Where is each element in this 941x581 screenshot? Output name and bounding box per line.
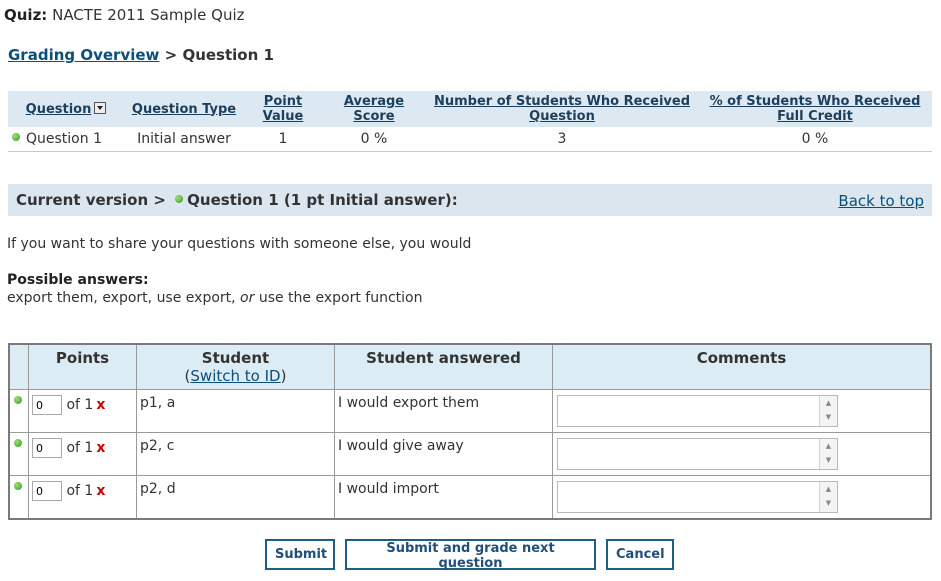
comment-textarea[interactable]: ▲ ▼ xyxy=(557,395,838,427)
table-row: of 1x p2, d I would import ▲▼ xyxy=(8,475,932,520)
sort-dropdown-icon[interactable] xyxy=(94,102,107,114)
comment-cell: ▲ ▼ xyxy=(552,432,932,476)
cancel-button[interactable]: Cancel xyxy=(606,539,674,570)
scroll-arrows-icon[interactable]: ▲ ▼ xyxy=(819,396,837,426)
question-text: If you want to share your questions with… xyxy=(7,236,472,252)
breadcrumb-current: Question 1 xyxy=(182,46,274,64)
received-cell: 3 xyxy=(426,127,698,152)
comment-textarea[interactable]: ▲ ▼ xyxy=(557,438,838,470)
header-full-credit[interactable]: % of Students Who Received Full Credit xyxy=(698,91,932,127)
grading-table: Points Student (Switch to ID) Student an… xyxy=(8,343,932,520)
header-points: Points xyxy=(28,343,137,390)
breadcrumb-separator: > xyxy=(164,46,178,64)
points-cell: of 1x xyxy=(28,389,137,433)
student-cell: p2, c xyxy=(136,432,335,476)
answer-cell: I would import xyxy=(334,475,553,520)
type-cell: Initial answer xyxy=(124,127,244,152)
points-input[interactable] xyxy=(32,481,62,501)
version-prefix: Current version > xyxy=(16,191,166,209)
submit-and-grade-next-button[interactable]: Submit and grade next question xyxy=(345,539,596,571)
answer-cell: I would give away xyxy=(334,432,553,476)
header-question-type[interactable]: Question Type xyxy=(124,91,244,127)
incorrect-x-icon: x xyxy=(96,440,106,456)
points-input[interactable] xyxy=(32,395,62,415)
header-student-answered: Student answered xyxy=(334,343,553,390)
quiz-title: Quiz: NACTE 2011 Sample Quiz xyxy=(4,6,245,24)
points-input[interactable] xyxy=(32,438,62,458)
student-cell: p2, d xyxy=(136,475,335,520)
full-credit-cell: 0 % xyxy=(698,127,932,152)
quiz-label: Quiz: xyxy=(4,6,48,24)
status-dot-icon xyxy=(14,439,22,447)
header-question[interactable]: Question xyxy=(8,91,124,127)
scroll-arrows-icon[interactable]: ▲ ▼ xyxy=(819,439,837,469)
header-average-score[interactable]: Average Score xyxy=(322,91,426,127)
switch-to-id-link[interactable]: Switch to ID xyxy=(190,367,280,385)
status-dot-icon xyxy=(175,194,184,203)
overview-table: Question Question Type Point Value Avera… xyxy=(8,91,932,152)
current-version-bar: Current version > Question 1 (1 pt Initi… xyxy=(8,184,932,216)
status-dot-icon xyxy=(14,396,22,404)
possible-answers-label: Possible answers: xyxy=(7,272,149,288)
points-cell: 1 xyxy=(244,127,322,152)
quiz-name: NACTE 2011 Sample Quiz xyxy=(52,6,245,24)
student-cell: p1, a xyxy=(136,389,335,433)
points-cell: of 1x xyxy=(28,432,137,476)
header-blank xyxy=(8,343,29,390)
breadcrumb: Grading Overview > Question 1 xyxy=(8,46,274,64)
table-row: of 1x p2, c I would give away ▲▼ xyxy=(8,432,932,476)
scroll-arrows-icon[interactable]: ▲ ▼ xyxy=(819,482,837,512)
answer-cell: I would export them xyxy=(334,389,553,433)
back-to-top-link[interactable]: Back to top xyxy=(838,192,924,210)
comment-textarea[interactable]: ▲ ▼ xyxy=(557,481,838,513)
grading-overview-link[interactable]: Grading Overview xyxy=(8,46,159,64)
header-comments: Comments xyxy=(552,343,932,390)
submit-button[interactable]: Submit xyxy=(265,539,335,570)
comment-cell: ▲ ▼ xyxy=(552,389,932,433)
incorrect-x-icon: x xyxy=(96,397,106,413)
possible-answers: Possible answers: export them, export, u… xyxy=(7,272,423,306)
table-row: Question 1 Initial answer 1 0 % 3 0 % xyxy=(8,127,932,152)
status-dot-icon xyxy=(12,133,20,141)
header-student: Student (Switch to ID) xyxy=(136,343,335,390)
header-students-received[interactable]: Number of Students Who Received Question xyxy=(426,91,698,127)
comment-cell: ▲ ▼ xyxy=(552,475,932,520)
points-cell: of 1x xyxy=(28,475,137,520)
table-row: of 1x p1, a I would export them ▲▼ xyxy=(8,389,932,433)
version-title: Question 1 (1 pt Initial answer): xyxy=(187,191,458,209)
incorrect-x-icon: x xyxy=(96,483,106,499)
average-cell: 0 % xyxy=(322,127,426,152)
question-cell: Question 1 xyxy=(8,127,124,152)
status-dot-icon xyxy=(14,482,22,490)
header-point-value[interactable]: Point Value xyxy=(244,91,322,127)
